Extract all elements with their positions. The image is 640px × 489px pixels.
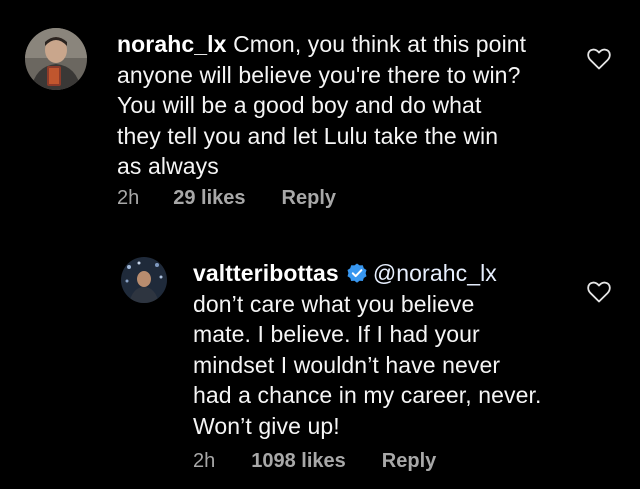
- avatar[interactable]: [25, 28, 87, 90]
- username[interactable]: norahc_lx: [117, 31, 227, 57]
- timestamp: 2h: [117, 187, 140, 209]
- comment-text: Cmon, you think at this point: [233, 31, 527, 57]
- timestamp: 2h: [193, 450, 216, 472]
- comment-body: valtteribottas @norahc_lx don’t care what…: [193, 258, 583, 441]
- mention-link[interactable]: @norahc_lx: [373, 260, 497, 286]
- reply-button[interactable]: Reply: [282, 187, 336, 210]
- comment-meta: 2h 1098 likes Reply: [193, 450, 436, 473]
- comment-line-2: anyone will believe you're there to win?: [117, 61, 521, 88]
- comment-line-5: as always: [117, 153, 219, 179]
- reply-button[interactable]: Reply: [382, 450, 436, 473]
- comment-line-4: mindset I wouldn’t have never: [193, 351, 501, 378]
- likes-count[interactable]: 1098 likes: [251, 450, 346, 473]
- comment-meta: 2h 29 likes Reply: [117, 187, 336, 210]
- comment-line-6: Won’t give up!: [193, 412, 340, 439]
- comment-line-2: don’t care what you believe: [193, 290, 475, 317]
- comment-body: norahc_lx Cmon, you think at this point …: [117, 29, 587, 182]
- comment-line-3: You will be a good boy and do what: [117, 92, 482, 118]
- comment-line-3: mate. I believe. If I had your: [193, 321, 480, 347]
- likes-count[interactable]: 29 likes: [173, 187, 245, 210]
- username[interactable]: valtteribottas: [193, 260, 339, 286]
- heart-outline-icon[interactable]: [587, 48, 611, 70]
- heart-outline-icon[interactable]: [587, 281, 611, 303]
- verified-badge-icon: [345, 261, 369, 285]
- comment-line-4: they tell you and let Lulu take the win: [117, 122, 499, 149]
- comment-line-5: had a chance in my career, never.: [193, 382, 542, 408]
- avatar[interactable]: [121, 257, 167, 303]
- comment-line-1: norahc_lx Cmon, you think at this point: [117, 29, 587, 60]
- comment-line-1: valtteribottas @norahc_lx: [193, 258, 583, 289]
